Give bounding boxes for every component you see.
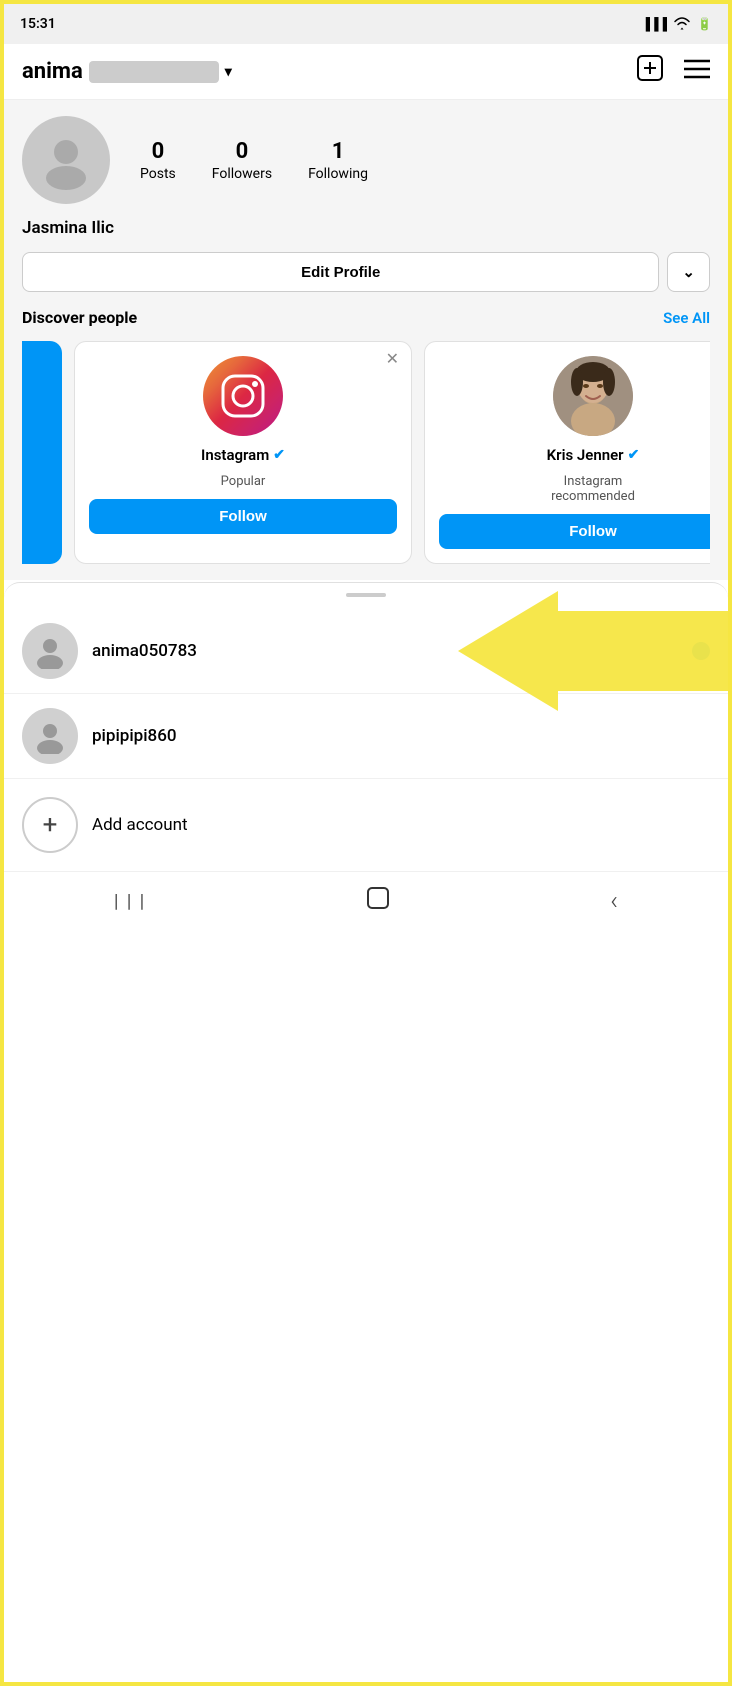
followers-count: 0	[236, 139, 249, 164]
menu-button[interactable]	[684, 58, 710, 86]
follow-instagram-button[interactable]: Follow	[89, 499, 397, 534]
add-account-item[interactable]: + Add account	[4, 779, 728, 871]
instagram-logo-icon	[217, 370, 269, 422]
status-bar: 15:31 ▐▐▐ 🔋	[4, 4, 728, 44]
posts-count: 0	[152, 139, 165, 164]
posts-label: Posts	[140, 166, 176, 182]
close-instagram-card-button[interactable]: ✕	[386, 352, 399, 368]
kris-verified-badge: ✔	[628, 447, 640, 463]
follow-kris-button[interactable]: Follow	[439, 514, 710, 549]
active-account-indicator	[692, 642, 710, 660]
profile-header: 0 Posts 0 Followers 1 Following	[22, 116, 710, 204]
plus-square-icon	[636, 54, 664, 82]
account-username-anima: anima050783	[92, 641, 678, 661]
profile-section: 0 Posts 0 Followers 1 Following Jasmina …	[4, 100, 728, 292]
status-icons: ▐▐▐ 🔋	[642, 16, 712, 33]
android-nav-bar: | | | ‹	[4, 871, 728, 934]
profile-display-name: Jasmina Ilic	[22, 218, 710, 238]
edit-profile-button[interactable]: Edit Profile	[22, 252, 659, 292]
dropdown-chevron: ▾	[225, 64, 232, 80]
add-content-button[interactable]	[636, 54, 664, 89]
sheet-drag-handle	[346, 593, 386, 597]
kris-card-name: Kris Jenner	[547, 446, 624, 464]
back-button[interactable]: ‹	[610, 886, 618, 916]
posts-stat[interactable]: 0 Posts	[140, 139, 176, 182]
kris-card-subtitle: Instagram recommended	[551, 474, 635, 504]
see-all-link[interactable]: See All	[663, 309, 710, 327]
account-item-pipi[interactable]: pipipipi860	[4, 694, 728, 779]
following-label: Following	[308, 166, 368, 182]
wifi-icon	[673, 16, 691, 33]
edit-profile-row: Edit Profile ⌄	[22, 252, 710, 292]
username-blurred	[89, 61, 219, 83]
discover-header: Discover people See All	[22, 308, 710, 327]
discover-card-kris: ✕	[424, 341, 710, 564]
kris-card-avatar	[553, 356, 633, 436]
hamburger-icon	[684, 59, 710, 79]
username-prefix: anima	[22, 59, 83, 84]
recents-button[interactable]: | | |	[114, 891, 146, 912]
account-avatar-anima	[22, 623, 78, 679]
followers-label: Followers	[212, 166, 272, 182]
status-time: 15:31	[20, 16, 56, 32]
add-account-icon: +	[22, 797, 78, 853]
instagram-card-avatar	[203, 356, 283, 436]
user-silhouette-icon	[32, 633, 68, 669]
home-button[interactable]	[366, 886, 390, 916]
profile-avatar[interactable]	[22, 116, 110, 204]
discover-section: Discover people See All ✕ Instagram ✔ Po…	[4, 292, 728, 580]
following-stat[interactable]: 1 Following	[308, 139, 368, 182]
user-silhouette-icon-2	[32, 718, 68, 754]
partial-card-left	[22, 341, 62, 564]
avatar-silhouette	[36, 130, 96, 190]
add-account-label: Add account	[92, 815, 188, 835]
discover-title: Discover people	[22, 308, 137, 327]
signal-icon: ▐▐▐	[642, 17, 668, 31]
account-switcher-sheet: anima050783 pipipipi860 + Add account	[4, 582, 728, 871]
stats-area: 0 Posts 0 Followers 1 Following	[140, 139, 368, 182]
instagram-card-name: Instagram	[201, 446, 269, 464]
kris-card-name-row: Kris Jenner ✔	[547, 446, 640, 464]
instagram-card-name-row: Instagram ✔	[201, 446, 285, 464]
profile-dropdown-button[interactable]: ⌄	[667, 252, 710, 292]
nav-icons-group	[636, 54, 710, 89]
kris-avatar-icon	[553, 356, 633, 436]
username-dropdown[interactable]: anima ▾	[22, 59, 232, 84]
followers-stat[interactable]: 0 Followers	[212, 139, 272, 182]
top-navigation: anima ▾	[4, 44, 728, 100]
account-list: anima050783 pipipipi860 + Add account	[4, 609, 728, 871]
instagram-verified-badge: ✔	[273, 447, 285, 463]
account-avatar-pipi	[22, 708, 78, 764]
instagram-card-subtitle: Popular	[221, 474, 266, 489]
account-item-active[interactable]: anima050783	[4, 609, 728, 694]
following-count: 1	[332, 139, 345, 164]
account-username-pipi: pipipipi860	[92, 726, 710, 746]
discover-card-instagram: ✕ Instagram ✔ Popular Follow	[74, 341, 412, 564]
discover-cards-list: ✕ Instagram ✔ Popular Follow ✕	[22, 341, 710, 564]
battery-icon: 🔋	[697, 17, 712, 31]
